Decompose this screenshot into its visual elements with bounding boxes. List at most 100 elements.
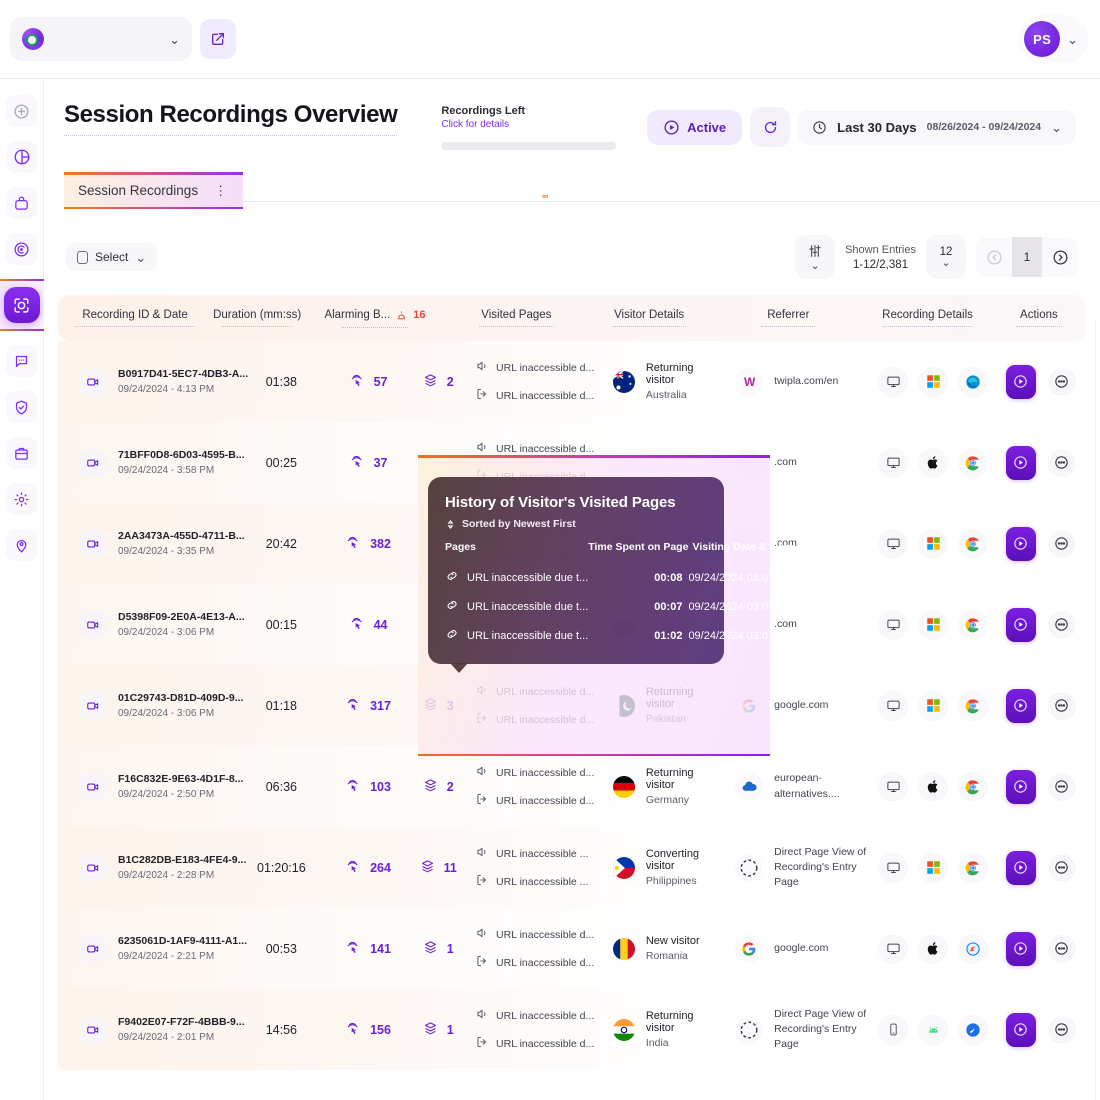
cell-referrer[interactable]: Direct Page View of Recording's Entry Pa… xyxy=(725,1007,871,1053)
cell-actions xyxy=(995,608,1086,642)
table-row[interactable]: F16C832E-9E63-4D1F-8... 09/24/2024 - 2:5… xyxy=(58,746,1086,827)
visited-pages-count: 2 xyxy=(447,780,454,794)
page-number[interactable]: 1 xyxy=(1012,237,1042,277)
play-recording-button[interactable] xyxy=(1006,446,1036,480)
per-page-dropdown[interactable]: 12 ⌄ xyxy=(926,235,966,279)
play-recording-button[interactable] xyxy=(1006,365,1036,399)
share-button[interactable] xyxy=(200,19,236,59)
next-page-button[interactable] xyxy=(1042,237,1078,277)
more-actions-button[interactable] xyxy=(1048,773,1076,801)
sidebar-item-analytics[interactable] xyxy=(6,141,38,173)
vertical-scrollbar[interactable] xyxy=(1095,319,1100,1100)
column-header-visitor[interactable]: Visitor Details xyxy=(585,309,714,327)
entry-page: URL inaccessible d... xyxy=(475,440,594,457)
more-actions-button[interactable] xyxy=(1048,611,1076,639)
more-actions-button[interactable] xyxy=(1048,854,1076,882)
table-row[interactable]: F9402E07-F72F-4BBB-9... 09/24/2024 - 2:0… xyxy=(58,989,1086,1070)
cell-recording-id[interactable]: D5398F09-2E0A-4E13-A... 09/24/2024 - 3:0… xyxy=(58,611,238,638)
filter-button[interactable]: ⌄ xyxy=(795,235,835,279)
referrer-label: european-alternatives.... xyxy=(774,771,871,801)
cell-referrer[interactable]: W twipla.com/en xyxy=(725,368,871,396)
cell-recording-id[interactable]: 01C29743-D81D-409D-9... 09/24/2024 - 3:0… xyxy=(58,692,238,719)
column-header-alarming[interactable]: Alarming B... 16 xyxy=(302,309,448,328)
user-menu[interactable]: PS ⌄ xyxy=(1018,15,1088,63)
sidebar-item-session-recordings[interactable] xyxy=(4,287,40,323)
alarm-click-icon xyxy=(345,858,361,877)
referrer-icon: W xyxy=(735,368,763,396)
status-badge[interactable]: Active xyxy=(647,110,742,145)
cell-visited-pages-count[interactable]: 1 xyxy=(411,1021,465,1039)
entry-page-label: URL inaccessible d... xyxy=(496,686,594,698)
cell-referrer[interactable]: Direct Page View of Recording's Entry Pa… xyxy=(725,845,871,891)
sidebar-item-add-circle[interactable] xyxy=(6,95,38,127)
column-header-recording[interactable]: Recording Details xyxy=(863,309,992,327)
recording-date: 09/24/2024 - 3:06 PM xyxy=(118,708,244,719)
cell-recording-id[interactable]: F9402E07-F72F-4BBB-9... 09/24/2024 - 2:0… xyxy=(58,1016,238,1043)
play-recording-button[interactable] xyxy=(1006,932,1036,966)
recordings-left-link[interactable]: Click for details xyxy=(441,119,616,130)
sidebar-item-settings[interactable] xyxy=(6,483,38,515)
cell-visited-pages-count[interactable]: 3 xyxy=(411,697,465,715)
play-recording-button[interactable] xyxy=(1006,770,1036,804)
play-recording-button[interactable] xyxy=(1006,1013,1036,1047)
cell-recording-id[interactable]: 2AA3473A-455D-4711-B... 09/24/2024 - 3:3… xyxy=(58,530,238,557)
column-header-referrer[interactable]: Referrer xyxy=(713,309,863,327)
cell-visited-pages-count[interactable]: 11 xyxy=(411,859,465,877)
play-recording-button[interactable] xyxy=(1006,527,1036,561)
column-header-duration[interactable]: Duration (mm:ss) xyxy=(212,309,302,327)
browser-icon xyxy=(958,448,988,478)
cell-recording-id[interactable]: 6235061D-1AF9-4111-A1... 09/24/2024 - 2:… xyxy=(58,935,238,962)
table-row[interactable]: B0917D41-5EC7-4DB3-A... 09/24/2024 - 4:1… xyxy=(58,341,1086,422)
recording-id: B0917D41-5EC7-4DB3-A... xyxy=(118,368,248,380)
visited-pages-count: 1 xyxy=(447,1023,454,1037)
cell-recording-id[interactable]: F16C832E-9E63-4D1F-8... 09/24/2024 - 2:5… xyxy=(58,773,238,800)
more-actions-button[interactable] xyxy=(1048,368,1076,396)
cell-referrer[interactable]: google.com xyxy=(725,692,871,720)
cell-referrer[interactable]: european-alternatives.... xyxy=(725,771,871,801)
more-actions-button[interactable] xyxy=(1048,449,1076,477)
site-selector[interactable]: ⌄ xyxy=(10,17,192,61)
cell-visited-pages-count[interactable]: 2 xyxy=(411,778,465,796)
cell-recording-details xyxy=(871,853,995,883)
tab-menu-icon[interactable]: ⋮ xyxy=(214,186,227,195)
cell-recording-id[interactable]: B0917D41-5EC7-4DB3-A... 09/24/2024 - 4:1… xyxy=(58,368,238,395)
visited-pages-count: 2 xyxy=(447,375,454,389)
sidebar-item-privacy[interactable] xyxy=(6,391,38,423)
sidebar-item-feedback[interactable] xyxy=(6,345,38,377)
column-header-actions[interactable]: Actions xyxy=(992,309,1086,327)
refresh-button[interactable] xyxy=(750,107,790,147)
play-recording-button[interactable] xyxy=(1006,608,1036,642)
more-actions-button[interactable] xyxy=(1048,692,1076,720)
play-recording-button[interactable] xyxy=(1006,851,1036,885)
sidebar-item-visitors[interactable] xyxy=(6,529,38,561)
play-circle-icon xyxy=(1012,697,1029,714)
more-actions-button[interactable] xyxy=(1048,935,1076,963)
table-row[interactable]: 6235061D-1AF9-4111-A1... 09/24/2024 - 2:… xyxy=(58,908,1086,989)
entry-page-label: URL inaccessible d... xyxy=(496,929,594,941)
prev-page-button[interactable] xyxy=(976,237,1012,277)
cell-recording-id[interactable]: 71BFF0D8-6D03-4595-B... 09/24/2024 - 3:5… xyxy=(58,449,238,476)
sidebar-item-reports[interactable] xyxy=(6,437,38,469)
table-row[interactable]: 01C29743-D81D-409D-9... 09/24/2024 - 3:0… xyxy=(58,665,1086,746)
cell-visited-pages-count[interactable]: 1 xyxy=(411,940,465,958)
os-icon xyxy=(918,691,948,721)
more-actions-button[interactable] xyxy=(1048,530,1076,558)
play-recording-button[interactable] xyxy=(1006,689,1036,723)
tab-session-recordings[interactable]: Session Recordings ⋮ xyxy=(64,172,243,209)
more-actions-button[interactable] xyxy=(1048,1016,1076,1044)
date-range-picker[interactable]: Last 30 Days 08/26/2024 - 09/24/2024 ⌄ xyxy=(798,110,1076,145)
column-header-id[interactable]: Recording ID & Date xyxy=(58,309,212,327)
cell-visited-pages-count[interactable]: 2 xyxy=(411,373,465,391)
sidebar-item-inbox[interactable] xyxy=(6,187,38,219)
cell-referrer[interactable]: .com xyxy=(725,449,871,477)
more-dots-icon xyxy=(1053,1021,1070,1038)
sidebar-item-heatmaps[interactable] xyxy=(6,233,38,265)
filter-sliders-icon xyxy=(807,243,823,259)
column-header-visited[interactable]: Visited Pages xyxy=(448,309,585,327)
table-row[interactable]: B1C282DB-E183-4FE4-9... 09/24/2024 - 2:2… xyxy=(58,827,1086,908)
layers-icon xyxy=(423,373,438,391)
select-dropdown[interactable]: Select ⌄ xyxy=(66,243,157,271)
cell-referrer[interactable]: google.com xyxy=(725,935,871,963)
cell-recording-id[interactable]: B1C282DB-E183-4FE4-9... 09/24/2024 - 2:2… xyxy=(58,854,238,881)
tooltip-sort[interactable]: Sorted by Newest First xyxy=(445,518,707,530)
